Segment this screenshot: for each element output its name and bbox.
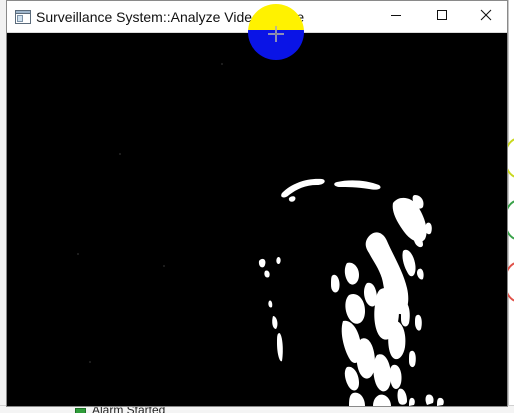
close-button[interactable]: [463, 1, 507, 32]
foreground-mask-image: [7, 33, 507, 406]
window-app-icon: [15, 10, 31, 24]
close-icon: [480, 8, 492, 26]
maximize-button[interactable]: [419, 1, 465, 32]
minimize-button[interactable]: [373, 1, 419, 32]
maximize-icon: [436, 8, 448, 26]
video-frame-canvas[interactable]: [7, 33, 507, 406]
alarm-status-checkbox[interactable]: [75, 408, 86, 413]
cursor-highlight: [248, 4, 304, 60]
desktop: Alarm Started Surveillance System::Analy…: [0, 0, 514, 413]
analyze-video-frame-window[interactable]: Surveillance System::Analyze Video Frame: [6, 0, 508, 407]
minimize-icon: [390, 8, 402, 26]
